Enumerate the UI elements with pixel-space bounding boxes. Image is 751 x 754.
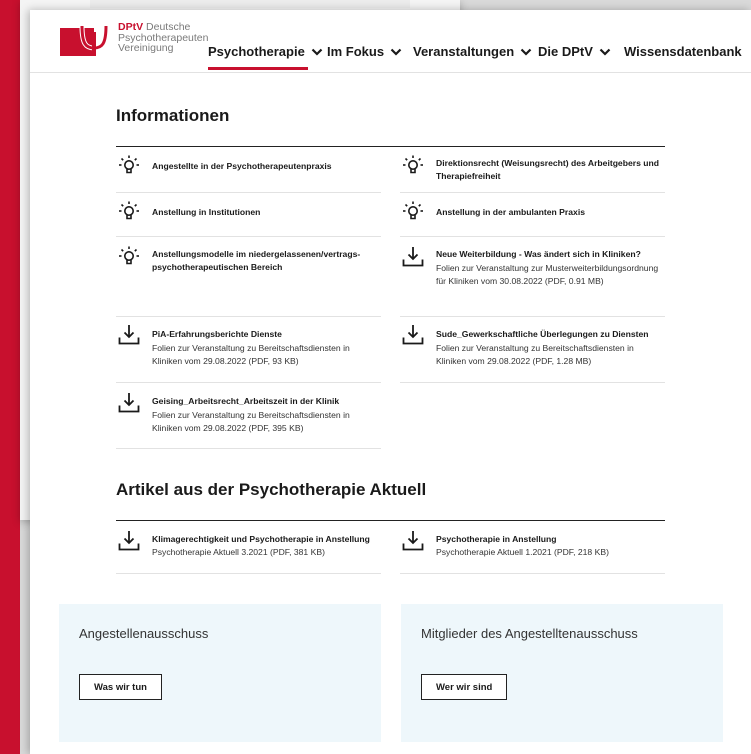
item-title: Direktionsrecht (Weisungsrecht) des Arbe… <box>436 158 660 181</box>
chevron-down-icon <box>311 48 323 56</box>
page: DPtV Deutsche Psychotherapeuten Vereinig… <box>30 10 751 754</box>
item-title: Geising_Arbeitsrecht_Arbeitszeit in der … <box>152 396 340 406</box>
item-separator <box>116 192 381 193</box>
nav-item-wissensdatenbank[interactable]: Wissensdatenbank <box>624 44 742 59</box>
site-header: DPtV Deutsche Psychotherapeuten Vereinig… <box>30 10 751 73</box>
panel-title: Mitglieder des Angestelltenausschuss <box>421 626 638 641</box>
item-separator <box>116 448 381 449</box>
section-rule <box>116 520 665 521</box>
item-separator <box>116 382 381 383</box>
nav-item-die-dptv[interactable]: Die DPtV <box>538 44 611 59</box>
item-separator <box>116 316 381 317</box>
item-title: Anstellung in Institutionen <box>152 207 261 217</box>
lightbulb-icon <box>119 155 139 174</box>
download-icon <box>402 247 424 267</box>
item-separator <box>400 316 665 317</box>
item-separator <box>400 236 665 237</box>
item-title: PiA-Erfahrungsberichte Dienste <box>152 329 282 339</box>
download-icon <box>118 531 140 551</box>
nav-active-indicator <box>208 67 308 70</box>
download-icon <box>118 393 140 413</box>
item-title: Anstellung in der ambulanten Praxis <box>436 207 585 217</box>
item-title: Angestellte in der Psychotherapeutenprax… <box>152 161 332 171</box>
lightbulb-icon <box>119 201 139 220</box>
panel-title: Angestellenausschuss <box>79 626 209 641</box>
section-rule <box>116 146 665 147</box>
section-heading-artikel: Artikel aus der Psychotherapie Aktuell <box>116 480 427 499</box>
item-description: Psychotherapie Aktuell 1.2021 (PDF, 218 … <box>436 547 609 557</box>
item-separator <box>400 382 665 383</box>
background-window-tab <box>90 0 410 8</box>
nav-label: Im Fokus <box>327 44 385 59</box>
nav-item-veranstaltungen[interactable]: Veranstaltungen <box>413 44 532 59</box>
nav-item-im-fokus[interactable]: Im Fokus <box>327 44 402 59</box>
download-icon <box>402 325 424 345</box>
nav-item-psychotherapie[interactable]: Psychotherapie <box>208 44 323 59</box>
item-title: Sude_Gewerkschaftliche Überlegungen zu D… <box>436 329 649 339</box>
nav-label: Wissensdatenbank <box>624 44 742 59</box>
item-title: Psychotherapie in Anstellung <box>436 534 557 544</box>
lightbulb-icon <box>403 201 423 220</box>
download-icon <box>118 325 140 345</box>
panel-mitglieder: Mitglieder des Angestelltenausschuss Wer… <box>401 604 723 742</box>
item-description: Folien zur Veranstaltung zur Musterweite… <box>436 263 659 286</box>
item-description: Folien zur Veranstaltung zu Bereitschaft… <box>152 343 350 366</box>
lightbulb-icon <box>119 246 139 265</box>
section-heading-informationen: Informationen <box>116 106 230 125</box>
chevron-down-icon <box>599 48 611 56</box>
wer-wir-sind-button[interactable]: Wer wir sind <box>421 674 508 700</box>
nav-label: Veranstaltungen <box>413 44 515 59</box>
item-description: Folien zur Veranstaltung zu Bereitschaft… <box>436 343 634 366</box>
item-separator <box>116 236 381 237</box>
chevron-down-icon <box>520 48 532 56</box>
item-title: Klimagerechtigkeit und Psychotherapie in… <box>152 534 370 544</box>
item-separator <box>116 573 381 574</box>
chevron-down-icon <box>390 48 402 56</box>
item-separator <box>400 192 665 193</box>
background-red-strip <box>0 0 20 754</box>
item-title: Anstellungsmodelle im niedergelassenen/v… <box>152 249 361 272</box>
nav-label: Die DPtV <box>538 44 593 59</box>
logo-wordmark[interactable]: DPtV Deutsche Psychotherapeuten Vereinig… <box>118 22 208 54</box>
item-description: Psychotherapie Aktuell 3.2021 (PDF, 381 … <box>152 547 325 557</box>
panel-angestelltenausschuss: Angestellenausschuss Was wir tun <box>59 604 381 742</box>
download-icon <box>402 531 424 551</box>
dptv-logo-icon[interactable] <box>60 22 112 56</box>
was-wir-tun-button[interactable]: Was wir tun <box>79 674 162 700</box>
item-title: Neue Weiterbildung - Was ändert sich in … <box>436 249 641 259</box>
item-separator <box>400 573 665 574</box>
logo-line3: Vereinigung <box>118 42 174 54</box>
lightbulb-icon <box>403 155 423 174</box>
item-description: Folien zur Veranstaltung zu Bereitschaft… <box>152 410 350 433</box>
nav-label: Psychotherapie <box>208 44 305 59</box>
